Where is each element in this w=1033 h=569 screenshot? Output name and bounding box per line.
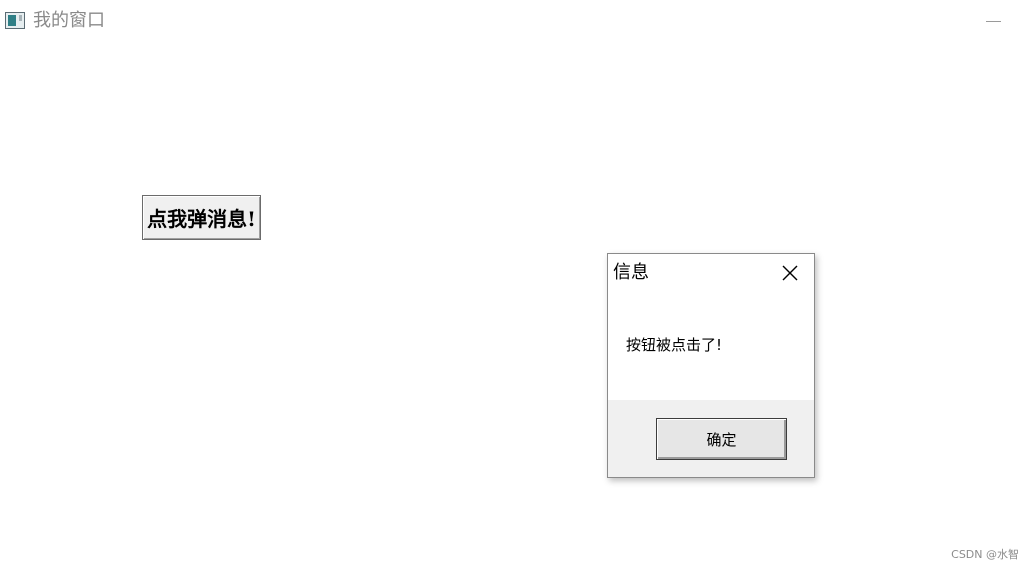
dialog-body: 按钮被点击了! [608, 292, 814, 400]
title-bar: 我的窗口 [0, 0, 1033, 42]
message-dialog: 信息 按钮被点击了! 确定 [607, 253, 815, 478]
show-message-button[interactable]: 点我弹消息! [142, 195, 261, 240]
app-window-icon [5, 12, 25, 29]
window-title: 我的窗口 [33, 10, 105, 31]
minimize-icon [986, 21, 1001, 22]
dialog-footer: 确定 [608, 400, 814, 477]
watermark: CSDN @水智 [951, 548, 1019, 561]
dialog-close-button[interactable] [777, 260, 803, 286]
dialog-title: 信息 [613, 262, 649, 283]
dialog-message: 按钮被点击了! [626, 336, 723, 354]
minimize-button[interactable] [975, 6, 1011, 36]
app-icon-bar [19, 15, 22, 21]
main-window: 我的窗口 点我弹消息! 信息 按钮被点击了! 确定 CSDN @水智 [0, 0, 1033, 569]
close-icon [782, 265, 798, 281]
app-icon-pane [8, 15, 16, 26]
ok-button[interactable]: 确定 [656, 418, 787, 460]
